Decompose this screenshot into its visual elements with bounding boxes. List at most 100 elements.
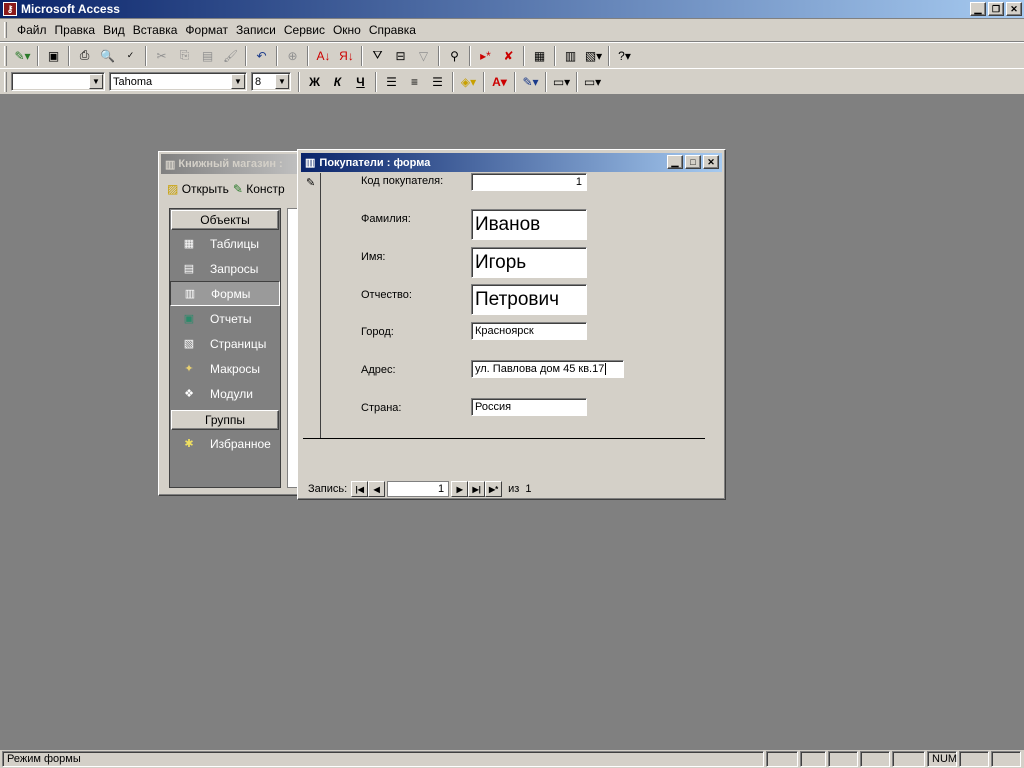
address-field[interactable]: ул. Павлова дом 45 кв.17 [471,360,624,378]
record-selector[interactable]: ✎ [303,173,321,438]
chevron-down-icon[interactable]: ▼ [231,74,245,89]
record-navigation: Запись: |◀ ◀ 1 ▶ ▶| ▶* из 1 [308,480,531,498]
form-minimize-button[interactable]: ▁ [667,155,683,169]
record-number-input[interactable]: 1 [387,481,450,497]
design-button[interactable]: ✎ Констр [233,182,285,196]
menu-help[interactable]: Справка [365,23,420,37]
font-name-select[interactable]: Tahoma ▼ [109,72,247,91]
spelling-icon[interactable]: ✓ [119,45,142,67]
form-footer-divider [303,438,705,439]
cut-icon[interactable]: ✂ [150,45,173,67]
hyperlink-icon[interactable]: ⊕ [281,45,304,67]
table-icon: ▦ [183,238,195,250]
paste-icon[interactable]: ▤ [196,45,219,67]
object-macros[interactable]: ✦ Макросы [170,356,280,381]
menu-records[interactable]: Записи [232,23,280,37]
print-icon[interactable]: ⎙ [73,45,96,67]
object-forms[interactable]: ▥ Формы [170,281,280,306]
last-name-field[interactable]: Иванов [471,209,587,240]
sort-ascending-icon[interactable]: A↓ [312,45,335,67]
view-icon[interactable]: ✎▾ [11,45,34,67]
first-name-value: Игорь [475,251,527,273]
open-icon: ▨ [167,182,179,196]
field-label-city: Город: [361,326,394,338]
italic-button[interactable]: К [326,71,349,93]
delete-record-icon[interactable]: ✘ [497,45,520,67]
menu-view[interactable]: Вид [99,23,129,37]
undo-icon[interactable]: ↶ [250,45,273,67]
object-reports[interactable]: ▣ Отчеты [170,306,280,331]
database-window-icon[interactable]: ▥ [559,45,582,67]
new-record-icon[interactable]: ▸* [474,45,497,67]
open-button[interactable]: ▨ Открыть [167,182,229,196]
menu-tools[interactable]: Сервис [280,23,329,37]
sort-descending-icon[interactable]: Я↓ [335,45,358,67]
group-favorites[interactable]: ✱ Избранное [170,431,280,456]
patronymic-field[interactable]: Петрович [471,284,587,315]
restore-button[interactable]: ❐ [988,2,1004,16]
menu-file[interactable]: Файл [13,23,51,37]
formatting-toolbar: ▼ Tahoma ▼ 8 ▼ Ж К Ч ☰ ≡ ☰ ◈▾ A▾ ✎▾ ▭▾ ▭… [0,68,1024,94]
close-button[interactable]: ✕ [1006,2,1022,16]
objects-group-button[interactable]: Объекты [171,210,279,230]
database-icon: ▥ [165,158,176,171]
save-icon[interactable]: ▣ [42,45,65,67]
next-record-button[interactable]: ▶ [451,481,469,497]
chevron-down-icon[interactable]: ▼ [89,74,103,89]
menu-insert[interactable]: Вставка [129,23,182,37]
align-right-icon[interactable]: ☰ [426,71,449,93]
menu-edit[interactable]: Правка [51,23,100,37]
form-window: ▥ Покупатели : форма ▁ □ ✕ ✎ Код покупат… [297,149,726,500]
country-field[interactable]: Россия [471,398,587,416]
special-effect-icon[interactable]: ▭▾ [581,71,604,93]
last-record-button[interactable]: ▶| [468,481,486,497]
align-left-icon[interactable]: ☰ [380,71,403,93]
database-window-title-bar[interactable]: ▥ Книжный магазин : [161,154,300,174]
object-queries[interactable]: ▤ Запросы [170,256,280,281]
menu-format[interactable]: Формат [181,23,232,37]
bold-button[interactable]: Ж [303,71,326,93]
form-close-button[interactable]: ✕ [703,155,719,169]
help-icon[interactable]: ?▾ [613,45,636,67]
object-label: Отчеты [210,311,252,326]
underline-button[interactable]: Ч [349,71,372,93]
object-modules[interactable]: ❖ Модули [170,381,280,406]
print-preview-icon[interactable]: 🔍 [96,45,119,67]
line-width-icon[interactable]: ▭▾ [550,71,573,93]
copy-icon[interactable]: ⎘ [173,45,196,67]
properties-icon[interactable]: ▦ [528,45,551,67]
query-icon: ▤ [183,263,195,275]
object-tables[interactable]: ▦ Таблицы [170,231,280,256]
menu-window[interactable]: Окно [329,23,365,37]
object-pages[interactable]: ▧ Страницы [170,331,280,356]
format-painter-icon[interactable]: 🖌 [219,45,242,67]
customer-id-field[interactable]: 1 [471,173,587,191]
first-name-field[interactable]: Игорь [471,247,587,278]
record-of-label: из [508,483,520,495]
new-object-icon[interactable]: ▧▾ [582,45,605,67]
first-record-button[interactable]: |◀ [351,481,369,497]
find-icon[interactable]: ⚲ [443,45,466,67]
align-center-icon[interactable]: ≡ [403,71,426,93]
filter-by-form-icon[interactable]: ⊟ [389,45,412,67]
chevron-down-icon[interactable]: ▼ [275,74,289,89]
object-select[interactable]: ▼ [11,72,105,91]
database-window-title: Книжный магазин : [178,158,283,170]
minimize-button[interactable]: ▁ [970,2,986,16]
status-pane [892,751,925,767]
fill-color-icon[interactable]: ◈▾ [457,71,480,93]
form-window-title-bar[interactable]: ▥ Покупатели : форма ▁ □ ✕ [301,153,722,172]
font-color-icon[interactable]: A▾ [488,71,511,93]
form-maximize-button[interactable]: □ [685,155,701,169]
apply-filter-icon[interactable]: ▽ [412,45,435,67]
new-record-button[interactable]: ▶* [485,481,503,497]
previous-record-button[interactable]: ◀ [368,481,386,497]
city-field[interactable]: Красноярск [471,322,587,340]
form-view-toolbar: ✎▾ ▣ ⎙ 🔍 ✓ ✂ ⎘ ▤ 🖌 ↶ ⊕ A↓ Я↓ ⛛ ⊟ ▽ ⚲ ▸* … [0,42,1024,68]
module-icon: ❖ [184,388,194,400]
groups-group-button[interactable]: Группы [171,410,279,430]
line-color-icon[interactable]: ✎▾ [519,71,542,93]
filter-by-selection-icon[interactable]: ⛛ [366,45,389,67]
app-title-bar: ⚷ Microsoft Access ▁ ❐ ✕ [0,0,1024,18]
font-size-select[interactable]: 8 ▼ [251,72,291,91]
